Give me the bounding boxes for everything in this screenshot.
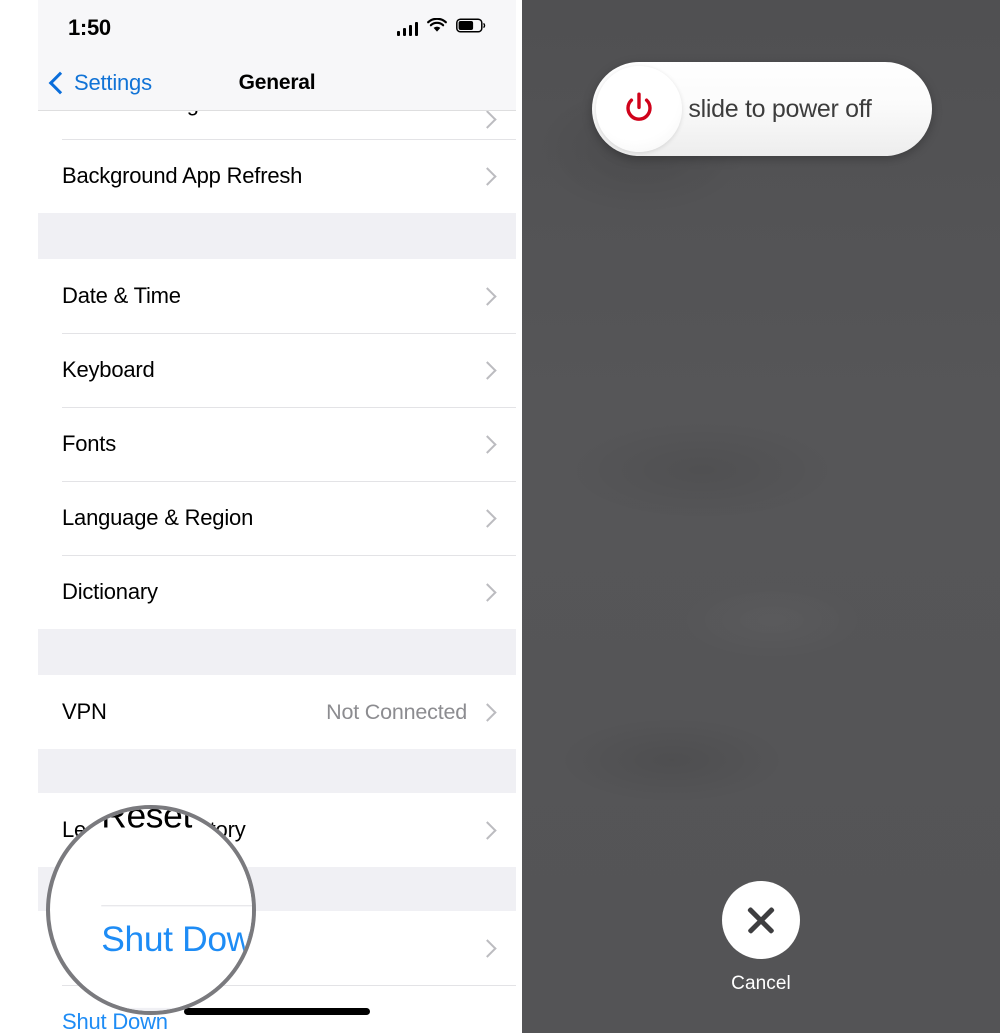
chevron-right-icon — [478, 702, 497, 722]
row-label: VPN — [62, 699, 107, 724]
row-label: Date & Time — [62, 283, 181, 308]
section-gap — [38, 749, 516, 793]
settings-group-2: Date & Time Keyboard Fonts Language & Re… — [38, 259, 516, 629]
cancel-button-circle[interactable] — [722, 881, 800, 959]
navigation-bar: Settings General — [38, 56, 516, 111]
chevron-right-icon — [478, 360, 497, 380]
row-background-app-refresh[interactable]: Background App Refresh — [38, 139, 516, 213]
battery-icon — [456, 18, 486, 38]
cancel-button-label: Cancel — [731, 973, 791, 994]
row-label: Fonts — [62, 431, 117, 456]
chevron-right-icon — [478, 820, 497, 840]
screenshot-root: 1:50 Settings General Background App Ref… — [0, 0, 1000, 1033]
chevron-right-icon — [478, 582, 497, 602]
status-bar-time: 1:50 — [68, 15, 111, 40]
row-label: Language & Region — [62, 505, 254, 530]
row-reset[interactable]: Reset — [38, 911, 516, 985]
row-label: Dictionary — [62, 579, 158, 604]
row-language-and-region[interactable]: Language & Region — [38, 481, 516, 555]
row-label: Legal & Regulatory — [62, 817, 246, 842]
chevron-right-icon — [478, 508, 497, 528]
page-title: General — [238, 71, 316, 94]
settings-group-1: iPhone Storage Background App Refresh — [38, 111, 516, 213]
section-gap — [38, 867, 516, 911]
cancel-button[interactable]: Cancel — [722, 881, 800, 995]
slide-to-power-off-slider[interactable]: slide to power off — [592, 62, 932, 156]
row-legal-and-regulatory[interactable]: Legal & Regulatory — [38, 793, 516, 867]
home-indicator — [184, 1008, 370, 1015]
section-gap — [38, 213, 516, 259]
left-phone-screen: 1:50 Settings General Background App Ref… — [38, 0, 516, 1033]
row-label: Reset — [62, 935, 119, 960]
chevron-right-icon — [478, 938, 497, 958]
row-keyboard[interactable]: Keyboard — [38, 333, 516, 407]
power-icon — [626, 92, 652, 121]
row-label: Background App Refresh — [62, 163, 303, 188]
close-x-icon — [744, 903, 778, 937]
right-phone-screen: slide to power off Cancel — [522, 0, 1000, 1033]
cellular-signal-icon — [396, 21, 418, 36]
row-label: iPhone Storage — [62, 111, 481, 117]
row-value-status: Not Connected — [326, 699, 467, 724]
power-slider-knob[interactable] — [596, 66, 682, 152]
row-iphone-storage[interactable]: iPhone Storage — [38, 111, 516, 139]
settings-group-4: Legal & Regulatory — [38, 793, 516, 867]
status-bar: 1:50 — [38, 0, 516, 56]
chevron-right-icon — [478, 434, 497, 454]
row-date-and-time[interactable]: Date & Time — [38, 259, 516, 333]
chevron-right-icon — [478, 111, 497, 129]
settings-group-3: VPN Not Connected — [38, 675, 516, 749]
settings-list: iPhone Storage Background App Refresh Da… — [38, 111, 516, 1033]
chevron-right-icon — [478, 166, 497, 186]
row-label: Keyboard — [62, 357, 155, 382]
row-dictionary[interactable]: Dictionary — [38, 555, 516, 629]
section-gap — [38, 629, 516, 675]
wifi-icon — [427, 17, 447, 38]
chevron-right-icon — [478, 286, 497, 306]
row-vpn[interactable]: VPN Not Connected — [38, 675, 516, 749]
status-bar-icons — [396, 17, 487, 38]
row-fonts[interactable]: Fonts — [38, 407, 516, 481]
